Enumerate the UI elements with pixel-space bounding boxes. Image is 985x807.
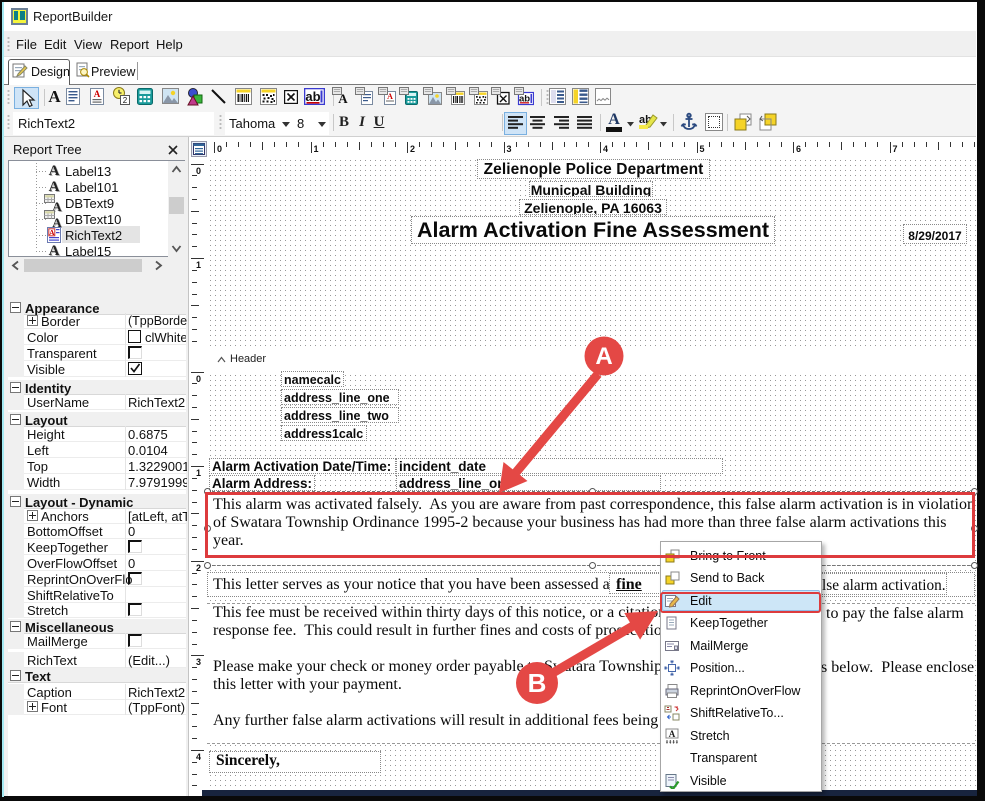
svg-text:B: B: [528, 668, 547, 698]
svg-text:A: A: [595, 343, 612, 370]
